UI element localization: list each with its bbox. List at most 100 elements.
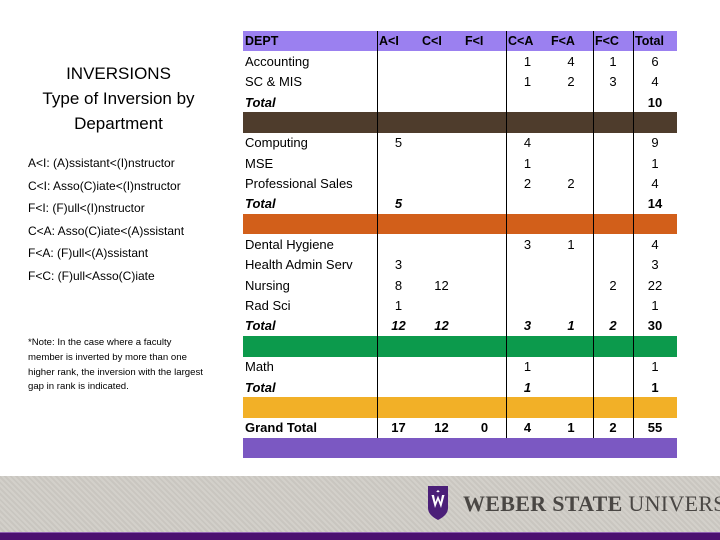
value-cell: 12 (434, 420, 449, 436)
value-cell (549, 295, 593, 315)
value-cell: 1 (567, 420, 575, 436)
value-cell: 3 (609, 74, 617, 90)
value-cell (549, 357, 593, 377)
value-cell (420, 377, 463, 397)
value-cell: 1 (651, 298, 659, 314)
value-cell: 2 (609, 277, 617, 293)
value-cell: 12 (434, 277, 449, 293)
value-cell: 1 (609, 54, 617, 70)
group-total-row: Total 1 1 (243, 377, 677, 397)
header-f-lt-i: F<I (465, 34, 484, 49)
value-cell: 1 (651, 155, 659, 171)
legend-item: F<C: (F)ull<Asso(C)iate (28, 268, 155, 283)
value-cell (420, 51, 463, 71)
table-row: Professional Sales 2 2 4 (243, 173, 677, 193)
value-cell (593, 377, 633, 397)
value-cell (377, 357, 420, 377)
value-cell (549, 153, 593, 173)
value-cell (593, 255, 633, 275)
value-cell (463, 357, 506, 377)
value-cell: 1 (523, 54, 532, 70)
group-separator-band (243, 214, 677, 235)
value-cell (549, 92, 593, 112)
footnote: *Note: In the case where a faculty membe… (28, 337, 203, 393)
value-cell (420, 234, 463, 254)
title-line-1: INVERSIONS (66, 64, 171, 83)
value-cell (420, 133, 463, 153)
dept-cell: Nursing (245, 277, 290, 293)
header-f-lt-c: F<C (595, 34, 619, 49)
value-cell (593, 194, 633, 214)
dept-cell: Math (245, 359, 274, 375)
table-row: SC & MIS 1 2 3 4 (243, 72, 677, 92)
value-cell (549, 133, 593, 153)
value-cell (506, 194, 549, 214)
value-cell (463, 51, 506, 71)
title-line-2: Type of Inversion by (42, 89, 195, 108)
value-cell: 55 (647, 420, 663, 436)
value-cell (549, 255, 593, 275)
dept-cell: MSE (245, 155, 274, 171)
legend-item: A<I: (A)ssistant<(I)nstructor (28, 156, 175, 170)
value-cell: 4 (567, 54, 575, 70)
value-cell: 1 (523, 74, 532, 90)
value-cell: 3 (651, 257, 659, 273)
value-cell (463, 173, 506, 193)
value-cell: 2 (609, 420, 617, 436)
value-cell (377, 377, 420, 397)
dept-cell: Dental Hygiene (245, 237, 334, 253)
group-total-row: Total 5 14 (243, 194, 677, 214)
dept-cell: Computing (245, 135, 308, 151)
value-cell: 5 (394, 196, 403, 212)
dept-cell: Rad Sci (245, 298, 291, 314)
column-divider (633, 31, 635, 438)
value-cell (593, 92, 633, 112)
value-cell: 10 (647, 94, 663, 110)
value-cell: 3 (523, 237, 532, 253)
value-cell: 1 (567, 318, 575, 334)
value-cell (377, 72, 420, 92)
value-cell: 3 (523, 318, 532, 334)
value-cell: 4 (651, 237, 659, 253)
dept-cell: Health Admin Serv (245, 257, 353, 273)
dept-cell: SC & MIS (245, 74, 303, 90)
value-cell (420, 173, 463, 193)
logo-bold-text: WEBER STATE (463, 491, 623, 516)
header-dept: DEPT (245, 34, 279, 49)
value-cell (420, 92, 463, 112)
header-f-lt-a: F<A (551, 34, 575, 49)
value-cell (593, 234, 633, 254)
value-cell (463, 72, 506, 92)
value-cell: 1 (523, 359, 532, 375)
dept-cell: Accounting (245, 54, 310, 70)
legend-item: F<I: (F)ull<(I)nstructor (28, 201, 145, 216)
value-cell (463, 234, 506, 254)
table-row: Math 1 1 (243, 357, 677, 377)
value-cell (549, 377, 593, 397)
inversions-table: DEPT A<I C<I F<I C<A F<A F<C Total Accou… (243, 31, 677, 459)
value-cell (593, 133, 633, 153)
value-cell (377, 51, 420, 71)
value-cell: 4 (523, 420, 532, 436)
value-cell (593, 153, 633, 173)
value-cell (377, 153, 420, 173)
table-header-row: DEPT A<I C<I F<I C<A F<A F<C Total (243, 31, 677, 52)
table-row: Accounting 1 4 1 6 (243, 51, 677, 71)
header-a-lt-i: A<I (379, 34, 399, 49)
value-cell: 0 (480, 420, 489, 436)
value-cell (549, 275, 593, 295)
value-cell (593, 173, 633, 193)
value-cell: 8 (394, 277, 403, 293)
dept-cell: Total (245, 94, 276, 110)
table-row: Computing 5 4 9 (243, 133, 677, 153)
value-cell (549, 194, 593, 214)
dept-cell: Total (245, 196, 276, 212)
value-cell: 1 (651, 359, 659, 375)
value-cell: 1 (523, 379, 532, 395)
legend-item: C<A: Asso(C)iate<(A)ssistant (28, 223, 185, 238)
value-cell: 4 (651, 74, 659, 90)
value-cell (463, 255, 506, 275)
value-cell: 1 (394, 298, 403, 314)
value-cell: 3 (394, 257, 403, 273)
value-cell (420, 153, 463, 173)
